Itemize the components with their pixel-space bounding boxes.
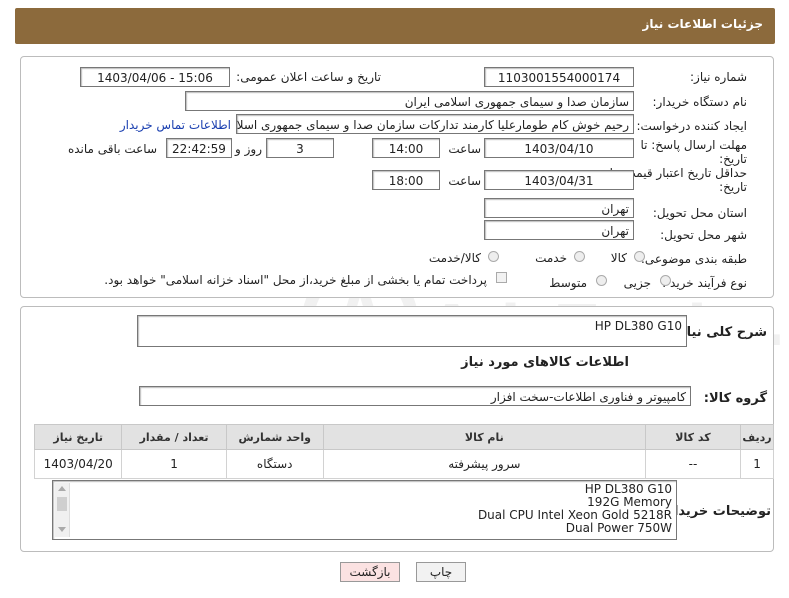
process-option-minor: جزیی [623,276,651,290]
goods-group-label: گروه کالا: [703,391,767,406]
back-button[interactable]: بازگشت [340,562,400,582]
table-row: 1 -- سرور پیشرفته دستگاه 1 1403/04/20 [33,449,774,479]
buyer-contact-link[interactable]: اطلاعات تماس خریدار [120,118,231,132]
scroll-down-arrow[interactable] [58,527,66,532]
province-field: تهران [484,198,634,218]
process-radio-medium[interactable] [596,275,607,286]
buyer-org-field: سازمان صدا و سیمای جمهوری اسلامی ایران [185,91,634,111]
column-row-number: ردیف [740,424,774,450]
scroll-thumb[interactable] [57,497,67,511]
deadline-time-field: 14:00 [372,138,440,158]
goods-table: ردیف کد کالا نام کالا واحد شمارش تعداد /… [33,424,774,479]
buyer-org-label: نام دستگاه خریدار: [652,95,748,109]
column-unit: واحد شمارش [225,424,324,450]
description-label: شرح کلی نیاز: [673,325,767,340]
city-field: تهران [484,220,634,240]
need-number-label: شماره نیاز: [690,70,747,84]
goods-group-field: کامپیوتر و فناوری اطلاعات-سخت افزار [139,386,691,406]
validity-hour-label: ساعت [448,174,481,188]
process-option-medium: متوسط [549,276,587,290]
need-number-field: 1103001554000174 [484,67,634,87]
cell-row-number: 1 [740,449,774,479]
notes-line: Dual Power 750W [565,521,672,535]
days-field: 3 [266,138,334,158]
process-type-label: نوع فرآیند خرید : [662,276,747,290]
buyer-notes-textarea[interactable]: HP DL380 G10 192G Memory Dual CPU Intel … [52,480,677,540]
validity-label-date: تاریخ: [719,180,747,194]
remaining-time-field: 22:42:59 [166,138,232,158]
buyer-notes-label: توضیحات خریدار: [661,504,771,519]
deadline-hour-label: ساعت [448,142,481,156]
treasury-payment-checkbox[interactable] [496,272,507,283]
deadline-date-field: 1403/04/10 [484,138,634,158]
description-textarea[interactable]: HP DL380 G10 [137,315,687,347]
cell-item-code: -- [644,449,742,479]
cell-unit: دستگاه [225,449,324,479]
validity-time-field: 18:00 [372,170,440,190]
goods-table-header: ردیف کد کالا نام کالا واحد شمارش تعداد /… [33,424,774,450]
category-radio-both[interactable] [488,251,499,262]
deadline-label: مهلت ارسال پاسخ: تا [640,138,747,152]
header-title: جزئیات اطلاعات نیاز [642,17,763,31]
column-need-date: تاریخ نیاز [33,424,123,450]
goods-section-title: اطلاعات کالاهای مورد نیاز [461,355,629,370]
cell-item-name: سرور پیشرفته [322,449,646,479]
notes-text: HP DL380 G10 192G Memory Dual CPU Intel … [478,483,672,535]
remaining-label: ساعت باقی مانده [67,142,157,156]
column-item-code: کد کالا [644,424,742,450]
category-option-both: کالا/خدمت [428,251,481,265]
city-label: شهر محل تحویل: [660,228,747,242]
print-button[interactable]: چاپ [416,562,466,582]
column-quantity: تعداد / مقدار [121,424,227,450]
creator-field: رحیم خوش کام طومارعلیا کارمند تدارکات سا… [236,114,634,134]
announce-date-field: 1403/04/06 - 15:06 [80,67,230,87]
column-item-name: نام کالا [322,424,646,450]
cell-quantity: 1 [121,449,227,479]
header-bar: جزئیات اطلاعات نیاز [15,8,775,44]
announce-date-label: تاریخ و ساعت اعلان عمومی: [236,70,381,84]
validity-date-field: 1403/04/31 [484,170,634,190]
notes-scrollbar[interactable] [55,483,70,537]
process-radio-minor[interactable] [660,275,671,286]
category-option-service: خدمت [535,251,567,265]
scroll-up-arrow[interactable] [58,486,66,491]
days-label: روز و [235,142,262,156]
category-option-goods: کالا [610,251,627,265]
deadline-label-date: تاریخ: [719,152,747,166]
creator-label: ایجاد کننده درخواست: [636,119,747,133]
treasury-payment-note: پرداخت تمام یا بخشی از مبلغ خرید،از محل … [104,273,487,287]
cell-need-date: 1403/04/20 [33,449,123,479]
category-radio-service[interactable] [574,251,585,262]
province-label: استان محل تحویل: [652,206,747,220]
category-label: طبقه بندی موضوعی: [640,252,747,266]
category-radio-goods[interactable] [634,251,645,262]
